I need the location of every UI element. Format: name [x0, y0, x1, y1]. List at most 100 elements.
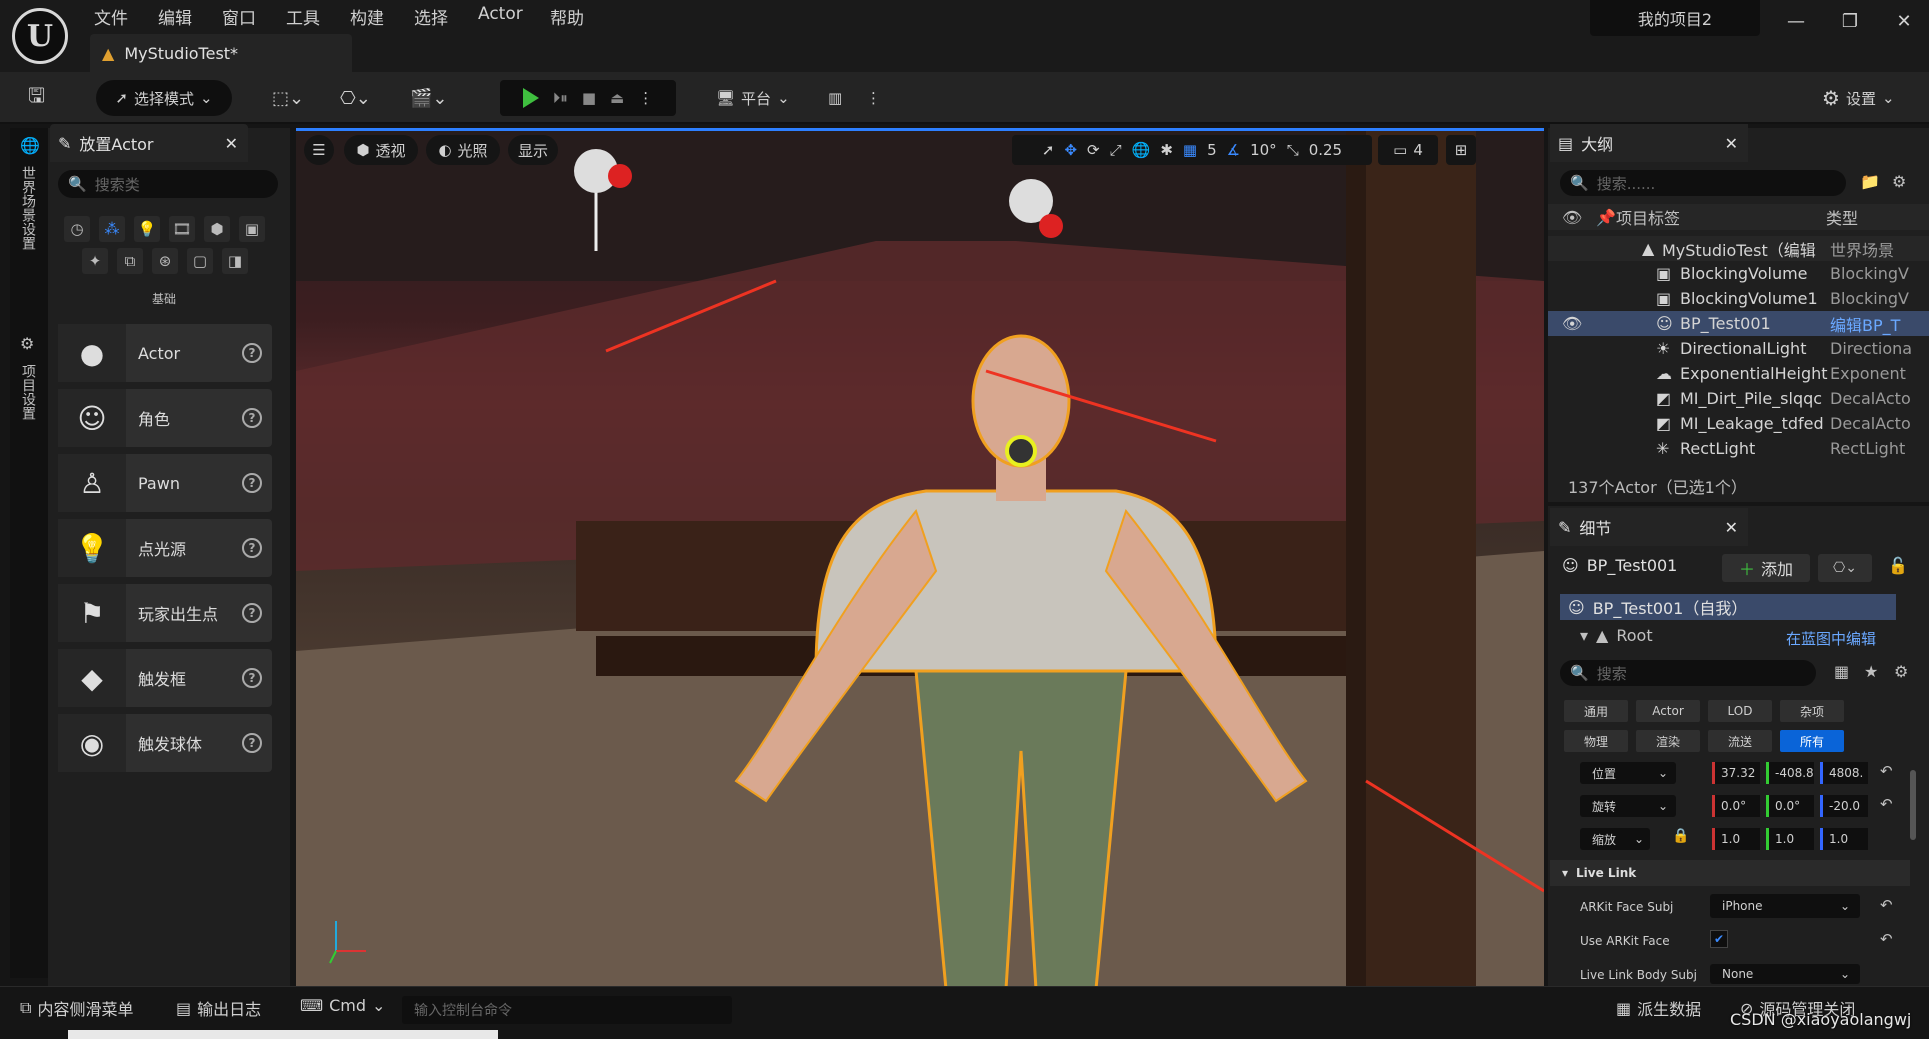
level-viewport[interactable]: ☰ ⬢ 透视 ◐ 光照 显示 ➚ ✥ ⟳ ⤢ 🌐 ✱ ▦ 5 ∡ 10° ⤡ 0.2…	[296, 128, 1544, 986]
eject-icon[interactable]: ⏏	[610, 89, 624, 107]
step-icon[interactable]: ⏵⏸	[553, 89, 568, 107]
scale-snap-value[interactable]: 0.25	[1309, 141, 1342, 159]
outliner-row-selected[interactable]: 👁 ☺ BP_Test001 编辑BP_T	[1548, 311, 1929, 336]
scale-tool-icon[interactable]: ⤢	[1110, 141, 1122, 159]
menu-actor[interactable]: Actor	[478, 4, 523, 24]
visual-effects-icon[interactable]: ⬢	[204, 216, 230, 242]
menu-window[interactable]: 窗口	[222, 4, 256, 29]
menu-file[interactable]: 文件	[94, 4, 128, 29]
minimize-icon[interactable]: —	[1774, 4, 1818, 38]
surface-snap-icon[interactable]: ✱	[1160, 141, 1173, 159]
reset-icon[interactable]: ↶	[1880, 762, 1893, 780]
lock-icon[interactable]: 🔓	[1888, 556, 1908, 575]
basic-icon[interactable]: ⁂	[99, 216, 125, 242]
all-classes-icon[interactable]: ⊛	[152, 248, 178, 274]
unreal-logo-icon[interactable]: U	[12, 8, 68, 64]
property-matrix-icon[interactable]: ▦	[1834, 662, 1849, 681]
lights-icon[interactable]: 💡	[134, 216, 160, 242]
grid-snap-value[interactable]: 5	[1207, 141, 1217, 159]
reset-icon[interactable]: ↶	[1880, 930, 1893, 948]
place-item-character[interactable]: ☺ 角色?	[58, 389, 272, 447]
outliner-tab[interactable]: ▤ 大纲 ✕	[1550, 124, 1748, 162]
gear-icon[interactable]: ⚙	[1894, 662, 1908, 681]
volume-icon[interactable]: ▢	[187, 248, 213, 274]
lighting-button[interactable]: ◐ 光照	[426, 135, 500, 165]
details-tab[interactable]: ✎ 细节 ✕	[1550, 508, 1748, 546]
outliner-row[interactable]: ▲ MyStudioTest（编辑 世界场景	[1548, 236, 1929, 261]
reset-icon[interactable]: ↶	[1880, 896, 1893, 914]
outliner-search[interactable]: 🔍 搜索......	[1560, 170, 1846, 196]
outliner-row[interactable]: ☀ DirectionalLight Directiona	[1548, 336, 1929, 361]
rotation-snap-value[interactable]: 10°	[1250, 141, 1277, 159]
filter-streaming[interactable]: 流送	[1708, 730, 1772, 752]
outliner-row[interactable]: ◩ MI_Leakage_tdfed DecalActo	[1548, 411, 1929, 436]
place-item-pawn[interactable]: ♙ Pawn?	[58, 454, 272, 512]
close-icon[interactable]: ✕	[1725, 134, 1738, 153]
location-z[interactable]: 4808.	[1820, 762, 1868, 784]
world-local-icon[interactable]: 🌐	[1132, 141, 1151, 159]
edit-in-blueprint-link[interactable]: 在蓝图中编辑	[1786, 628, 1876, 649]
outliner-row[interactable]: ▣ BlockingVolume BlockingV	[1548, 261, 1929, 286]
rotation-dropdown[interactable]: 旋转 ⌄	[1580, 795, 1676, 817]
tab-level[interactable]: ▲ MyStudioTest*	[90, 34, 352, 72]
tab-project-settings[interactable]: 项目设置	[18, 364, 38, 420]
rotation-snap-icon[interactable]: ∡	[1227, 141, 1240, 159]
content-drawer-button[interactable]: ⧉ 内容侧滑菜单	[20, 996, 133, 1020]
select-tool-icon[interactable]: ➚	[1042, 141, 1055, 159]
play-icon[interactable]	[522, 88, 539, 108]
menu-tools[interactable]: 工具	[286, 4, 320, 29]
help-icon[interactable]: ?	[242, 603, 262, 623]
pin-icon[interactable]: 📌	[1596, 208, 1616, 227]
camera-speed-button[interactable]: ▭ 4	[1378, 135, 1438, 165]
details-scrollbar[interactable]	[1910, 770, 1916, 840]
stop-icon[interactable]: ■	[582, 89, 596, 107]
row-type-link[interactable]: 编辑BP_T	[1830, 312, 1926, 336]
rotation-y[interactable]: 0.0°	[1766, 795, 1814, 817]
help-icon[interactable]: ?	[242, 473, 262, 493]
menu-build[interactable]: 构建	[350, 4, 384, 29]
column-label[interactable]: 项目标签	[1616, 205, 1680, 229]
platform-button[interactable]: 🖥 平台 ⌄	[716, 80, 790, 116]
viewport-menu-icon[interactable]: ☰	[304, 135, 334, 165]
place-item-point-light[interactable]: 💡 点光源?	[58, 519, 272, 577]
gear-icon[interactable]: ⚙	[1892, 172, 1906, 191]
close-icon[interactable]: ✕	[1882, 4, 1926, 38]
place-item-player-start[interactable]: ⚑ 玩家出生点?	[58, 584, 272, 642]
outliner-row[interactable]: ◩ MI_Dirt_Pile_slqqc DecalActo	[1548, 386, 1929, 411]
use-arkit-checkbox[interactable]: ✔	[1710, 930, 1728, 948]
reset-icon[interactable]: ↶	[1880, 795, 1893, 813]
filter-lod[interactable]: LOD	[1708, 700, 1772, 722]
filter-actor[interactable]: Actor	[1636, 700, 1700, 722]
filter-misc[interactable]: 杂项	[1780, 700, 1844, 722]
place-actors-tab[interactable]: ✎ 放置Actor ✕	[50, 124, 248, 162]
maximize-viewport-icon[interactable]: ⊞	[1446, 135, 1476, 165]
filter-all[interactable]: 所有	[1780, 730, 1844, 752]
filter-physics[interactable]: 物理	[1564, 730, 1628, 752]
add-content-icon[interactable]: ⬚⌄	[272, 80, 304, 116]
filter-rendering[interactable]: 渲染	[1636, 730, 1700, 752]
restore-icon[interactable]: ❐	[1828, 4, 1872, 38]
star-icon[interactable]: ★	[1864, 662, 1878, 681]
move-tool-icon[interactable]: ✥	[1064, 141, 1077, 159]
menu-select[interactable]: 选择	[414, 4, 448, 29]
recent-icon[interactable]: ◷	[64, 216, 90, 242]
add-component-button[interactable]: ＋ 添加	[1722, 554, 1810, 582]
location-x[interactable]: 37.32	[1712, 762, 1760, 784]
help-icon[interactable]: ?	[242, 408, 262, 428]
select-mode-button[interactable]: ➚ 选择模式 ⌄	[96, 80, 232, 116]
blueprint-icon[interactable]: ⎔⌄	[340, 80, 371, 116]
filter-general[interactable]: 通用	[1564, 700, 1628, 722]
location-y[interactable]: -408.8	[1766, 762, 1814, 784]
more-icon[interactable]: ⋮	[866, 80, 881, 116]
rotation-z[interactable]: -20.0	[1820, 795, 1868, 817]
shapes-icon[interactable]: ⧉	[117, 248, 143, 274]
help-icon[interactable]: ?	[242, 538, 262, 558]
arkit-subject-dropdown[interactable]: iPhone ⌄	[1710, 894, 1860, 918]
place-item-trigger-sphere[interactable]: ◉ 触发球体?	[58, 714, 272, 772]
location-dropdown[interactable]: 位置 ⌄	[1580, 762, 1676, 784]
scale-x[interactable]: 1.0	[1712, 828, 1760, 850]
place-actors-search[interactable]: 🔍 搜索类	[58, 170, 278, 198]
close-icon[interactable]: ✕	[1725, 518, 1738, 537]
lock-icon[interactable]: 🔒	[1672, 828, 1689, 844]
add-folder-icon[interactable]: 📁	[1860, 172, 1880, 191]
